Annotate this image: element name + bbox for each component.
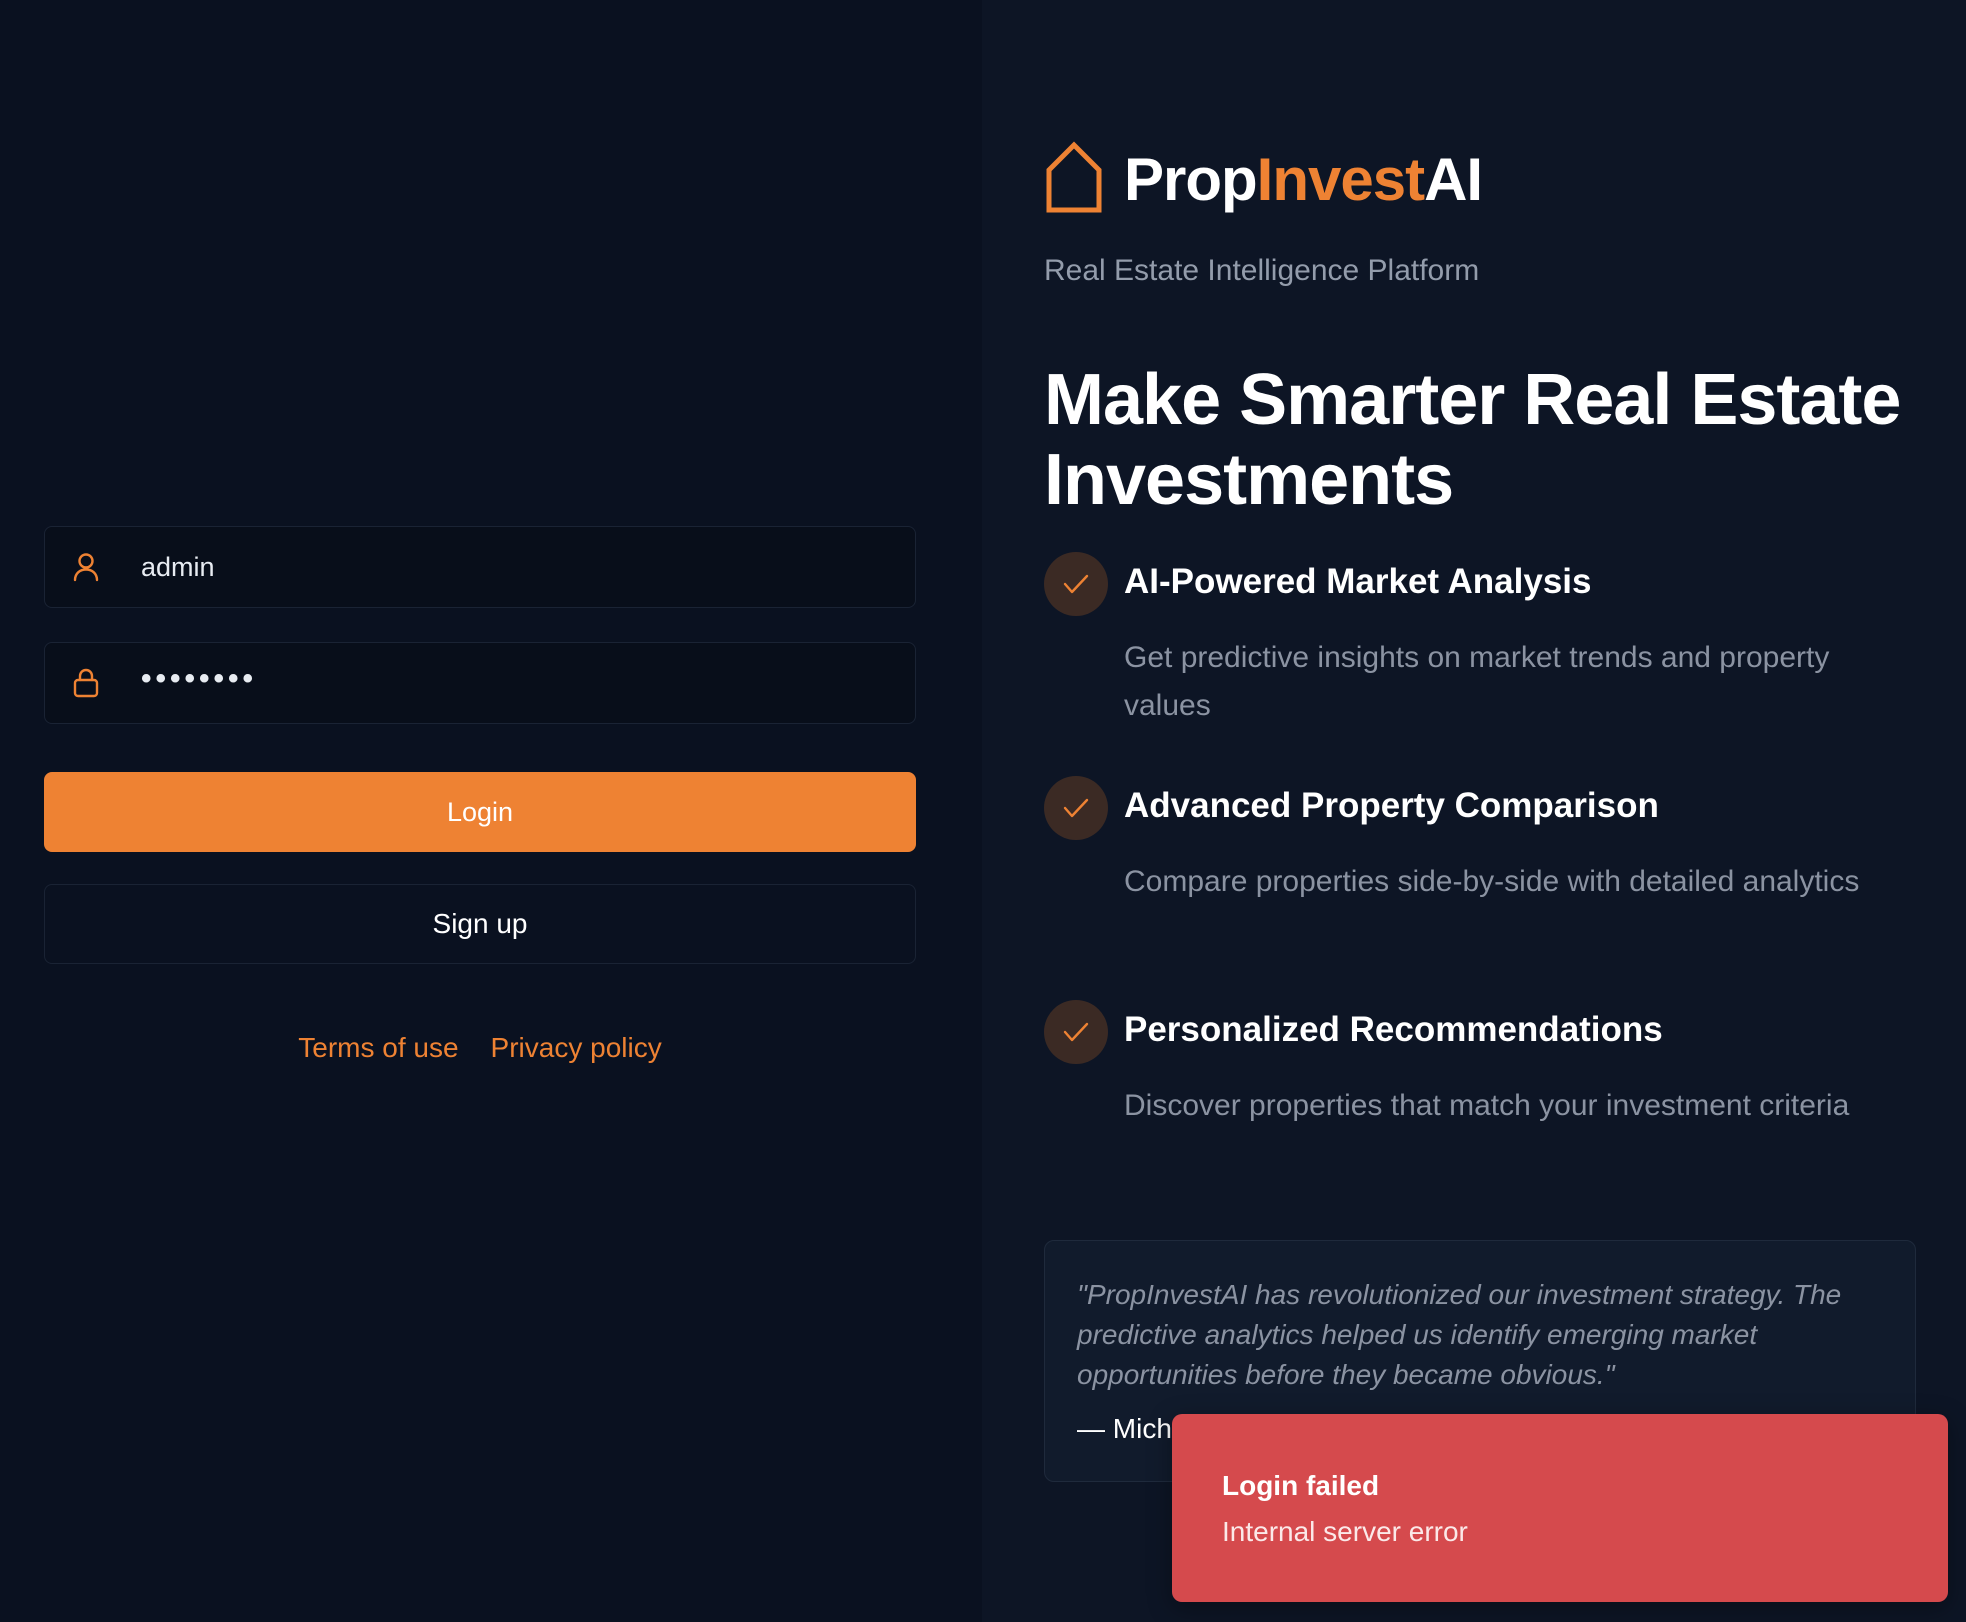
check-icon [1044,1000,1108,1064]
login-button[interactable]: Login [44,772,916,852]
terms-link[interactable]: Terms of use [298,1032,458,1064]
brand-name-accent: Invest [1256,146,1425,213]
error-toast[interactable]: Login failed Internal server error [1172,1414,1948,1602]
testimonial-quote: "PropInvestAI has revolutionized our inv… [1077,1279,1842,1390]
password-value: •••••••• [141,662,258,695]
feature-item: AI-Powered Market Analysis Get predictiv… [1044,550,1924,774]
privacy-link[interactable]: Privacy policy [491,1032,662,1064]
feature-item: Personalized Recommendations Discover pr… [1044,998,1924,1222]
house-icon [1044,140,1104,219]
toast-title: Login failed [1222,1470,1380,1501]
feature-item: Advanced Property Comparison Compare pro… [1044,774,1924,998]
feature-description: Compare properties side-by-side with det… [1124,865,1860,898]
feature-title: AI-Powered Market Analysis [1124,562,1592,601]
login-page: admin •••••••• Login Sign up Terms of us… [0,0,1966,1622]
feature-description: Get predictive insights on market trends… [1124,641,1830,722]
username-value: admin [141,551,215,582]
lock-icon [69,666,103,700]
username-field[interactable]: admin [44,526,916,608]
brand-name-suffix: AI [1424,146,1483,213]
marketing-panel: PropInvestAI Real Estate Intelligence Pl… [982,0,1966,1622]
check-icon [1044,552,1108,616]
brand-name-prefix: Prop [1124,146,1258,213]
feature-title: Advanced Property Comparison [1124,786,1659,825]
tagline: Real Estate Intelligence Platform [1044,254,1480,287]
brand-logo: PropInvestAI [1044,140,1483,219]
brand-name: PropInvestAI [1124,145,1483,214]
signup-button[interactable]: Sign up [44,884,916,964]
check-icon [1044,776,1108,840]
login-panel: admin •••••••• Login Sign up Terms of us… [0,0,982,1622]
feature-title: Personalized Recommendations [1124,1010,1663,1049]
footer-links: Terms of use Privacy policy [44,1032,916,1064]
feature-list: AI-Powered Market Analysis Get predictiv… [1044,550,1924,1222]
password-field[interactable]: •••••••• [44,642,916,724]
toast-message: Internal server error [1222,1516,1468,1547]
headline: Make Smarter Real Estate Investments [1044,360,1901,520]
login-form: admin •••••••• Login Sign up Terms of us… [44,526,916,1064]
feature-description: Discover properties that match your inve… [1124,1089,1850,1122]
user-icon [69,550,103,584]
